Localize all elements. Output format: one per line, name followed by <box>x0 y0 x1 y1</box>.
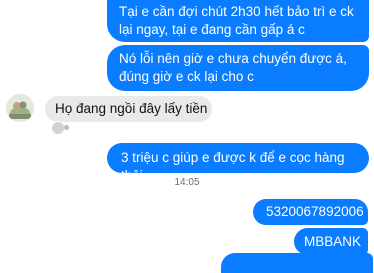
outgoing-message-bubble[interactable]: MBBANK <box>294 228 368 255</box>
outgoing-message-bubble[interactable]: 3 triệu c giúp e được k để e cọc hàng th… <box>107 143 369 183</box>
outgoing-message-bubble-partial[interactable] <box>221 253 373 273</box>
message-text: Họ đang ngồi đây lấy tiền r <box>55 101 208 134</box>
outgoing-message-bubble[interactable]: 5320067892006 <box>253 199 368 225</box>
message-text: Tại e cần đợi chút 2h30 hết bảo trì e ck… <box>119 4 354 37</box>
outgoing-message-bubble[interactable]: Tại e cần đợi chút 2h30 hết bảo trì e ck… <box>107 0 369 42</box>
timestamp-divider: 14:05 <box>174 177 200 188</box>
message-text: MBBANK <box>304 234 362 249</box>
avatar-image-icon <box>6 94 34 122</box>
outgoing-message-bubble[interactable]: Nó lỗi nên giờ e chưa chuyển được á, đún… <box>107 45 369 91</box>
contact-avatar[interactable] <box>6 94 34 122</box>
message-text: Nó lỗi nên giờ e chưa chuyển được á, đún… <box>119 51 347 84</box>
incoming-message-bubble[interactable]: Họ đang ngồi đây lấy tiền r <box>45 96 212 134</box>
read-receipt-icon <box>51 121 65 135</box>
seen-dot-icon <box>64 125 69 130</box>
message-text: 5320067892006 <box>266 204 364 219</box>
